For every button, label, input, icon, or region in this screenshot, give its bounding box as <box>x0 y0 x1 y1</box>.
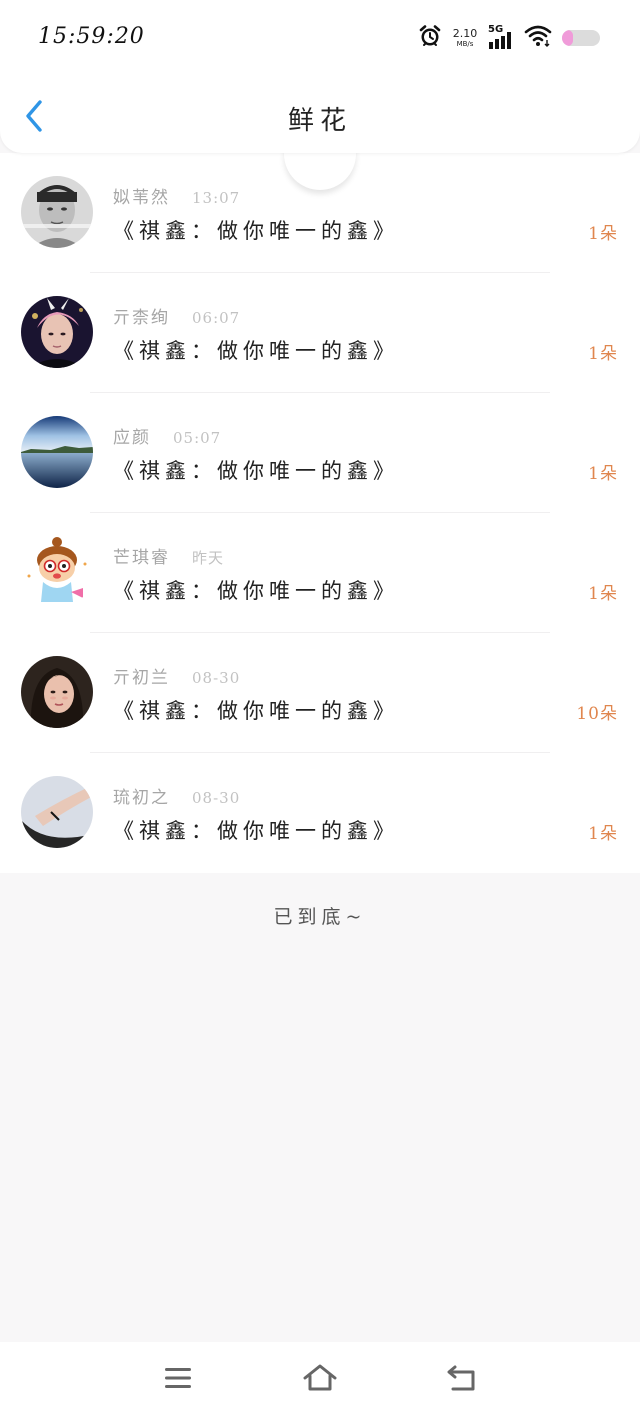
battery-fill <box>562 30 574 46</box>
item-meta: 琉初之 08-30 <box>113 783 240 808</box>
battery-icon <box>562 30 600 46</box>
home-button[interactable] <box>302 1362 338 1398</box>
net-speed-value: 2.10 <box>452 27 478 40</box>
item-meta: 亓柰绚 06:07 <box>113 303 240 328</box>
item-meta: 芒琪睿 昨天 <box>113 543 224 568</box>
flower-count: 1朵 <box>588 224 618 244</box>
book-title: 《祺鑫：做你唯一的鑫》 <box>113 459 399 483</box>
item-meta: 亓初兰 08-30 <box>113 663 240 688</box>
flower-count: 1朵 <box>588 824 618 844</box>
avatar[interactable] <box>21 656 93 728</box>
menu-icon <box>163 1365 193 1395</box>
avatar[interactable] <box>21 776 93 848</box>
flower-count: 1朵 <box>588 344 618 364</box>
book-title: 《祺鑫：做你唯一的鑫》 <box>113 219 399 243</box>
sent-time: 13:07 <box>192 189 241 207</box>
menu-button[interactable] <box>160 1362 196 1398</box>
book-title: 《祺鑫：做你唯一的鑫》 <box>113 819 399 843</box>
sender-name: 姒苇然 <box>113 188 170 208</box>
wifi-icon <box>524 24 552 52</box>
back-arrow-icon <box>446 1364 478 1396</box>
sent-time: 08-30 <box>192 669 241 687</box>
sender-name: 应颜 <box>113 428 151 448</box>
signal-icon: 5G <box>488 24 514 50</box>
flower-list: 姒苇然 13:07 《祺鑫：做你唯一的鑫》 1朵 亓柰绚 06:07 《祺鑫：做… <box>0 153 640 873</box>
bottom-nav <box>0 1342 640 1417</box>
avatar[interactable] <box>21 296 93 368</box>
sender-name: 芒琪睿 <box>113 548 170 568</box>
flower-count: 1朵 <box>588 464 618 484</box>
avatar[interactable] <box>21 536 93 608</box>
list-item[interactable]: 应颜 05:07 《祺鑫：做你唯一的鑫》 1朵 <box>0 393 640 513</box>
sent-time: 08-30 <box>192 789 241 807</box>
status-icons: 2.10 MB/s 5G <box>418 24 600 52</box>
sent-time: 昨天 <box>192 549 225 567</box>
net-speed: 2.10 MB/s <box>452 28 478 48</box>
book-title: 《祺鑫：做你唯一的鑫》 <box>113 579 399 603</box>
back-nav-button[interactable] <box>444 1362 480 1398</box>
nav-bar: 鲜花 <box>0 76 640 153</box>
list-item[interactable]: 琉初之 08-30 《祺鑫：做你唯一的鑫》 1朵 <box>0 753 640 873</box>
book-title: 《祺鑫：做你唯一的鑫》 <box>113 339 399 363</box>
list-item[interactable]: 亓初兰 08-30 《祺鑫：做你唯一的鑫》 10朵 <box>0 633 640 753</box>
item-meta: 姒苇然 13:07 <box>113 183 240 208</box>
flower-count: 1朵 <box>588 584 618 604</box>
sender-name: 亓柰绚 <box>113 308 170 328</box>
flower-count: 10朵 <box>576 704 618 724</box>
sender-name: 亓初兰 <box>113 668 170 688</box>
book-title: 《祺鑫：做你唯一的鑫》 <box>113 699 399 723</box>
status-time: 15:59:20 <box>38 24 145 49</box>
avatar[interactable] <box>21 416 93 488</box>
header: 15:59:20 2.10 MB/s 5G 鲜花 <box>0 0 640 153</box>
item-meta: 应颜 05:07 <box>113 423 221 448</box>
list-item[interactable]: 亓柰绚 06:07 《祺鑫：做你唯一的鑫》 1朵 <box>0 273 640 393</box>
page-title: 鲜花 <box>287 106 352 136</box>
sender-name: 琉初之 <box>113 788 170 808</box>
end-of-list-text: 已到底~ <box>273 906 367 928</box>
home-icon <box>302 1363 338 1397</box>
sent-time: 05:07 <box>173 429 222 447</box>
avatar[interactable] <box>21 176 93 248</box>
list-item[interactable]: 芒琪睿 昨天 《祺鑫：做你唯一的鑫》 1朵 <box>0 513 640 633</box>
status-bar: 15:59:20 2.10 MB/s 5G <box>0 0 640 76</box>
net-speed-unit: MB/s <box>456 40 474 48</box>
sent-time: 06:07 <box>192 309 241 327</box>
alarm-icon <box>418 24 442 52</box>
